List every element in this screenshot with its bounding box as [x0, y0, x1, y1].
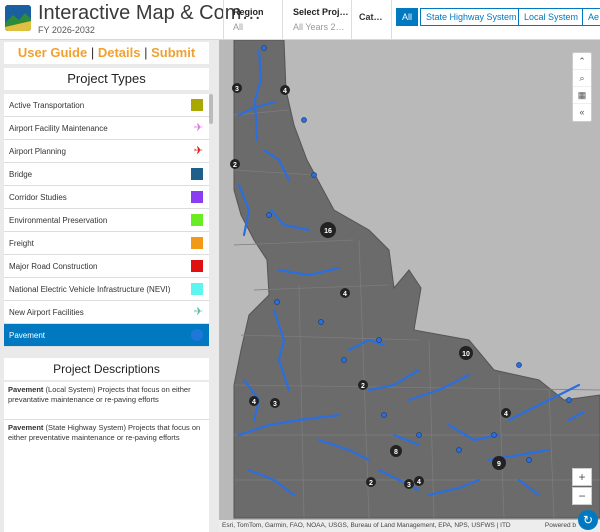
chip-all[interactable]: All: [396, 8, 419, 26]
project-type-item[interactable]: National Electric Vehicle Infrastructure…: [4, 278, 209, 301]
project-type-item[interactable]: Airport Facility Maintenance ✈: [4, 117, 209, 140]
divider: [223, 0, 224, 40]
description-name: Pavement: [8, 385, 44, 394]
attribution-text: Esri, TomTom, Garmin, FAO, NOAA, USGS, B…: [222, 522, 511, 529]
description-item: Pavement (State Highway System) Projects…: [4, 420, 209, 455]
state-outline: [233, 40, 600, 519]
left-panel: User Guide | Details | Submit Project Ty…: [0, 40, 219, 532]
nevi-swatch: [191, 283, 203, 295]
idaho-map: 3 4 2 16 4 10 2 4 4 3 8 4 9 2 3: [230, 40, 600, 519]
divider: [391, 0, 392, 40]
project-types-list: Active Transportation Airport Facility M…: [4, 94, 209, 347]
expand-icon[interactable]: ⌃: [573, 53, 591, 70]
project-type-label: Corridor Studies: [9, 193, 67, 202]
cluster-count: 2: [361, 383, 365, 390]
region-filter[interactable]: Region All: [233, 6, 264, 33]
cluster-count: 10: [462, 351, 470, 358]
project-type-label: Environmental Preservation: [9, 216, 108, 225]
cluster-count: 2: [369, 480, 373, 487]
cluster-count: 3: [273, 401, 277, 408]
cluster-count: 2: [233, 162, 237, 169]
region-filter-value: All: [233, 22, 244, 32]
airplane-icon: ✈: [193, 306, 203, 318]
divider: [282, 0, 283, 40]
user-guide-link[interactable]: User Guide: [18, 45, 87, 60]
qr-icon[interactable]: ▦: [573, 87, 591, 104]
corridor-studies-swatch: [191, 191, 203, 203]
cluster-count: 4: [343, 291, 347, 298]
description-item: Pavement (Local System) Projects that fo…: [4, 382, 209, 420]
bridge-swatch: [191, 168, 203, 180]
scrollbar[interactable]: [209, 94, 213, 124]
project-type-item[interactable]: Airport Planning ✈: [4, 140, 209, 163]
refresh-icon[interactable]: ↻: [578, 510, 598, 530]
cluster-count: 3: [407, 482, 411, 489]
project-type-item[interactable]: Freight: [4, 232, 209, 255]
project-type-item[interactable]: Bridge: [4, 163, 209, 186]
cluster-count: 16: [324, 228, 332, 235]
project-type-item[interactable]: Active Transportation: [4, 94, 209, 117]
pavement-dot-icon: [191, 329, 203, 341]
divider: [351, 0, 352, 40]
project-type-label: Major Road Construction: [9, 262, 98, 271]
app-header: Interactive Map & Com… FY 2026-2032 Regi…: [0, 0, 600, 40]
project-type-item[interactable]: Environmental Preservation: [4, 209, 209, 232]
freight-swatch: [191, 237, 203, 249]
project-type-label: Active Transportation: [9, 101, 85, 110]
project-type-label: New Airport Facilities: [9, 308, 84, 317]
chip-local-system[interactable]: Local System: [518, 8, 585, 26]
project-types-heading: Project Types: [4, 68, 209, 90]
project-year-filter[interactable]: Select Proj… All Years 2…: [293, 6, 349, 33]
cluster-count: 4: [504, 411, 508, 418]
project-type-item-pavement[interactable]: Pavement: [4, 324, 209, 347]
submit-link[interactable]: Submit: [151, 45, 195, 60]
app-subtitle: FY 2026-2032: [38, 25, 95, 35]
cluster-count: 4: [283, 88, 287, 95]
project-type-label: National Electric Vehicle Infrastructure…: [9, 285, 171, 294]
project-type-item[interactable]: Corridor Studies: [4, 186, 209, 209]
active-transportation-swatch: [191, 99, 203, 111]
app-title: Interactive Map & Com…: [38, 2, 262, 24]
cluster-count: 8: [394, 449, 398, 456]
map-attribution: Esri, TomTom, Garmin, FAO, NOAA, USGS, B…: [219, 520, 600, 532]
cluster-count: 3: [235, 86, 239, 93]
project-year-filter-label: Select Proj…: [293, 7, 349, 17]
project-type-label: Bridge: [9, 170, 33, 179]
details-link[interactable]: Details: [98, 45, 141, 60]
major-road-construction-swatch: [191, 260, 203, 272]
project-descriptions-heading: Project Descriptions: [4, 358, 209, 380]
zoom-out-button[interactable]: −: [572, 487, 592, 505]
project-type-label: Airport Facility Maintenance: [9, 124, 108, 133]
cluster-count: 4: [417, 479, 421, 486]
search-icon[interactable]: ⌕: [573, 70, 591, 87]
project-type-item[interactable]: New Airport Facilities ✈: [4, 301, 209, 324]
chip-state-highway-system[interactable]: State Highway System: [420, 8, 523, 26]
project-year-filter-value: All Years 2…: [293, 22, 345, 32]
description-name: Pavement: [8, 423, 44, 432]
environmental-preservation-swatch: [191, 214, 203, 226]
cluster-count: 4: [252, 399, 256, 406]
chip-aeronautics[interactable]: Ae: [582, 8, 600, 26]
project-type-label: Freight: [9, 239, 34, 248]
zoom-in-button[interactable]: +: [572, 468, 592, 486]
project-type-label: Airport Planning: [9, 147, 66, 156]
links-bar: User Guide | Details | Submit: [4, 42, 209, 64]
category-filter-label[interactable]: Cat…: [359, 12, 383, 22]
project-type-label: Pavement: [9, 331, 46, 340]
collapse-icon[interactable]: «: [573, 104, 591, 121]
map-toolbar: ⌃ ⌕ ▦ «: [572, 52, 592, 122]
link-separator: |: [144, 45, 148, 60]
descriptions-blank: [4, 455, 209, 532]
project-type-item[interactable]: Major Road Construction: [4, 255, 209, 278]
airplane-icon: ✈: [193, 122, 203, 134]
cluster-count: 9: [497, 461, 501, 468]
link-separator: |: [90, 45, 95, 60]
region-filter-label: Region: [233, 7, 264, 17]
airplane-icon: ✈: [193, 145, 203, 157]
itd-logo: [5, 5, 31, 31]
powered-by-text: Powered b: [544, 522, 576, 529]
map-view[interactable]: 3 4 2 16 4 10 2 4 4 3 8 4 9 2 3 ⌃ ⌕ ▦ « …: [219, 40, 600, 532]
